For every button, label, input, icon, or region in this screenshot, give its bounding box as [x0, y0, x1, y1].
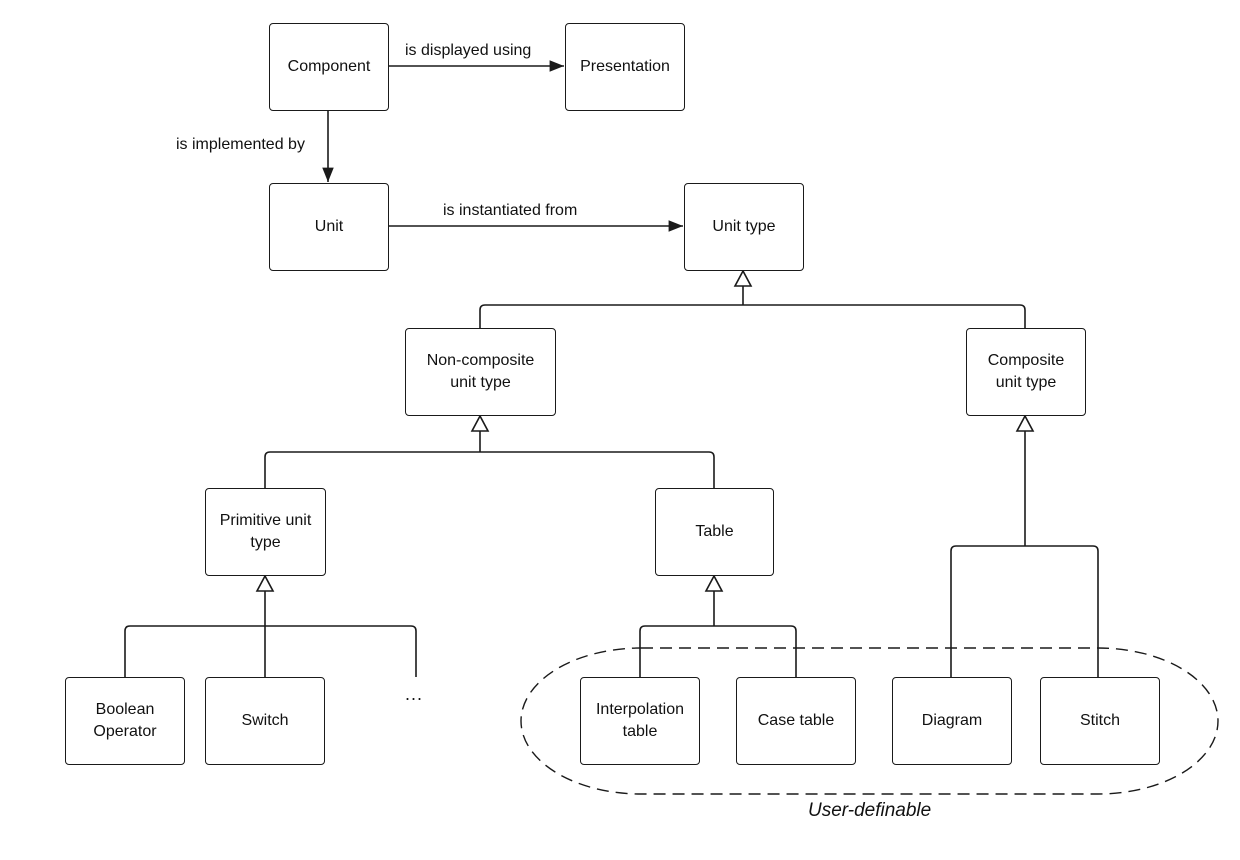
user-definable-caption: User-definable [808, 800, 932, 821]
generalization-primitive [124, 574, 417, 677]
node-boolean-operator[interactable]: Boolean Operator [65, 677, 185, 765]
node-label: Primitive unit type [219, 512, 312, 551]
node-component[interactable]: Component [269, 23, 389, 111]
node-diagram[interactable]: Diagram [892, 677, 1012, 765]
node-label: Switch [241, 712, 289, 729]
node-unit-type[interactable]: Unit type [684, 183, 804, 271]
node-label: Non-composite unit type [426, 352, 535, 391]
node-label: Diagram [921, 712, 983, 729]
node-label: Table [695, 523, 734, 540]
node-label: Unit [314, 218, 344, 235]
node-label: Stitch [1079, 712, 1120, 729]
node-unit[interactable]: Unit [269, 183, 389, 271]
node-switch[interactable]: Switch [205, 677, 325, 765]
node-label: Interpolation table [595, 701, 685, 740]
node-interpolation-table[interactable]: Interpolation table [580, 677, 700, 765]
generalization-composite [950, 414, 1099, 677]
generalization-table [639, 574, 797, 677]
node-label: Component [287, 58, 371, 75]
node-label: Boolean Operator [93, 701, 157, 740]
node-composite-unit-type[interactable]: Composite unit type [966, 328, 1086, 416]
node-label: Case table [757, 712, 835, 729]
node-label: Unit type [712, 218, 776, 235]
edge-label-displayed-using: is displayed using [405, 42, 532, 59]
node-non-composite-unit-type[interactable]: Non-composite unit type [405, 328, 556, 416]
node-presentation[interactable]: Presentation [565, 23, 685, 111]
edge-label-implemented-by: is implemented by [176, 136, 305, 153]
more-types-ellipsis: ... [405, 684, 424, 704]
node-primitive-unit-type[interactable]: Primitive unit type [205, 488, 326, 576]
generalization-non-composite [264, 414, 715, 488]
edge-label-instantiated-from: is instantiated from [443, 202, 578, 219]
node-table[interactable]: Table [655, 488, 774, 576]
generalization-unit-type [479, 269, 1026, 328]
node-stitch[interactable]: Stitch [1040, 677, 1160, 765]
node-label: Composite unit type [987, 352, 1065, 391]
node-case-table[interactable]: Case table [736, 677, 856, 765]
node-label: Presentation [580, 58, 670, 75]
